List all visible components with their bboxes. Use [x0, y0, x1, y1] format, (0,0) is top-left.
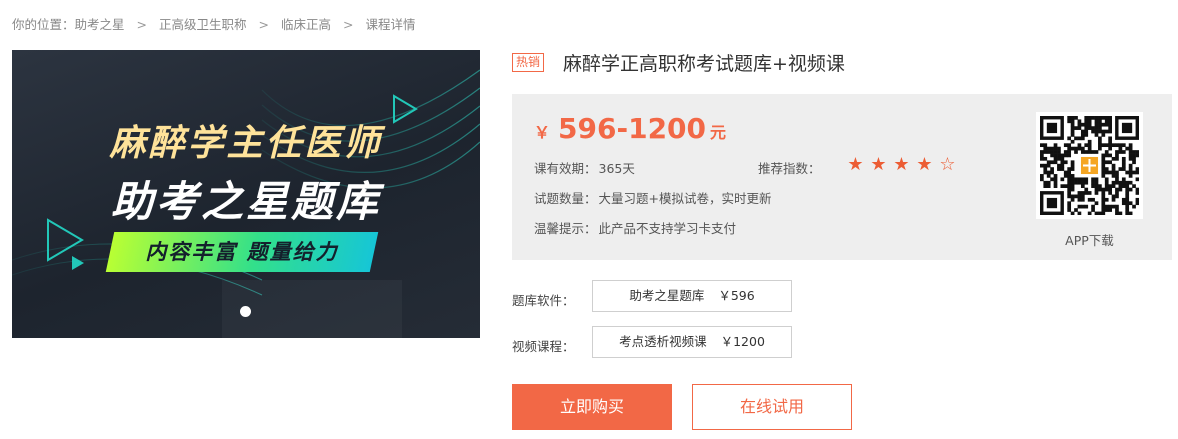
- price-unit: 元: [710, 123, 727, 142]
- video-option-button[interactable]: 考点透析视频课 ￥1200: [592, 326, 792, 358]
- hot-sale-badge: 热销: [512, 53, 545, 72]
- rating-stars: ★ ★ ★ ★ ☆: [844, 155, 959, 175]
- buy-now-button[interactable]: 立即购买: [512, 384, 672, 430]
- software-option-button[interactable]: 助考之星题库 ￥596: [592, 280, 792, 312]
- star-filled-icon: ★: [893, 154, 910, 175]
- video-option-name: 考点透析视频课: [619, 334, 707, 349]
- banner-title-line1: 麻醉学主任医师: [109, 123, 383, 164]
- star-filled-icon: ★: [870, 154, 887, 175]
- breadcrumb-prefix: 你的位置：: [12, 17, 75, 32]
- validity-value: 365天: [598, 161, 635, 176]
- star-filled-icon: ★: [847, 154, 864, 175]
- breadcrumb-separator: >: [343, 17, 354, 32]
- banner-title-line2: 助考之星题库: [110, 177, 381, 226]
- app-download-label[interactable]: APP下载: [1036, 230, 1143, 249]
- product-banner[interactable]: 麻醉学主任医师 助考之星题库 内容丰富 题量给力: [12, 50, 480, 338]
- price-value: 596-1200: [558, 112, 707, 145]
- star-empty-icon: ☆: [939, 154, 956, 175]
- breadcrumb-item-subcategory[interactable]: 临床正高: [281, 17, 331, 32]
- play-filled-icon: [72, 256, 84, 270]
- product-title: 麻醉学正高职称考试题库+视频课: [563, 53, 845, 75]
- breadcrumb-item-current: 课程详情: [365, 17, 416, 32]
- validity-row: 课有效期： 365天: [534, 158, 635, 177]
- breadcrumb: 你的位置：助考之星 > 正高级卫生职称 > 临床正高 > 课程详情: [12, 14, 416, 33]
- software-option-name: 助考之星题库: [629, 288, 705, 303]
- software-option-label: 题库软件：: [512, 293, 575, 308]
- online-trial-button[interactable]: 在线试用: [692, 384, 852, 430]
- currency-symbol: ￥: [534, 123, 551, 142]
- video-option-label: 视频课程：: [512, 339, 575, 354]
- star-filled-icon: ★: [916, 154, 933, 175]
- question-count-row: 试题数量： 大量习题+模拟试卷，实时更新: [534, 188, 772, 207]
- question-count-value: 大量习题+模拟试卷，实时更新: [598, 191, 772, 206]
- question-count-label: 试题数量：: [534, 191, 597, 206]
- breadcrumb-separator: >: [136, 17, 148, 32]
- validity-label: 课有效期：: [534, 161, 597, 176]
- tip-value: 此产品不支持学习卡支付: [598, 221, 737, 236]
- breadcrumb-item-home[interactable]: 助考之星: [75, 17, 125, 32]
- breadcrumb-item-category[interactable]: 正高级卫生职称: [159, 17, 247, 32]
- tip-label: 温馨提示：: [534, 221, 597, 236]
- banner-slogan: 内容丰富 题量给力: [145, 240, 339, 264]
- software-option-price: ￥596: [718, 288, 755, 303]
- video-option-price: ￥1200: [720, 334, 765, 349]
- rating-label: 推荐指数：: [758, 161, 821, 176]
- tip-row: 温馨提示： 此产品不支持学习卡支付: [534, 218, 736, 237]
- price-range: ￥ 596-1200 元: [534, 112, 726, 145]
- qr-code-icon: [1036, 112, 1143, 219]
- breadcrumb-separator: >: [258, 17, 270, 32]
- product-info-panel: ￥ 596-1200 元 课有效期： 365天 推荐指数： ★ ★ ★ ★ ☆ 试题数量： 大量…: [512, 94, 1172, 260]
- carousel-dot[interactable]: [240, 306, 251, 317]
